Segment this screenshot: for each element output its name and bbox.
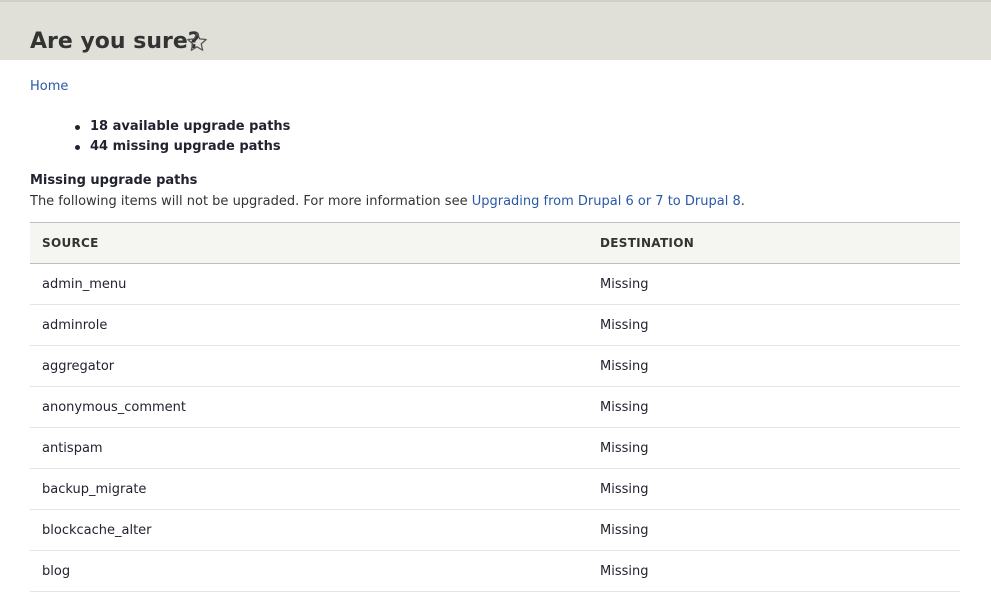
table-row: antispam Missing xyxy=(30,428,960,469)
description-end: . xyxy=(740,194,745,209)
upgrading-docs-link[interactable]: Upgrading from Drupal 6 or 7 to Drupal 8 xyxy=(472,194,741,209)
table-header: SOURCE DESTINATION xyxy=(30,222,960,264)
available-paths-item: 18 available upgrade paths xyxy=(74,117,290,137)
destination-cell: Missing xyxy=(600,523,649,538)
column-header-destination: DESTINATION xyxy=(600,236,695,250)
destination-cell: Missing xyxy=(600,564,649,579)
star-icon[interactable] xyxy=(186,31,208,53)
source-cell: admin_menu xyxy=(42,277,127,292)
upgrade-summary-list: 18 available upgrade paths 44 missing up… xyxy=(74,117,290,157)
table-row: anonymous_comment Missing xyxy=(30,387,960,428)
source-cell: adminrole xyxy=(42,318,108,333)
destination-cell: Missing xyxy=(600,400,649,415)
source-cell: antispam xyxy=(42,441,103,456)
destination-cell: Missing xyxy=(600,441,649,456)
source-cell: blockcache_alter xyxy=(42,523,152,538)
table-row: adminrole Missing xyxy=(30,305,960,346)
source-cell: aggregator xyxy=(42,359,115,374)
page-header: Are you sure? xyxy=(0,0,991,60)
missing-paths-item: 44 missing upgrade paths xyxy=(74,137,290,157)
breadcrumb: Home xyxy=(30,78,68,96)
source-cell: blog xyxy=(42,564,71,579)
missing-paths-title: Missing upgrade paths xyxy=(30,173,198,188)
destination-cell: Missing xyxy=(600,277,649,292)
table-row: admin_menu Missing xyxy=(30,264,960,305)
destination-cell: Missing xyxy=(600,318,649,333)
table-row: blockcache_alter Missing xyxy=(30,510,960,551)
description-text: The following items will not be upgraded… xyxy=(30,194,472,209)
destination-cell: Missing xyxy=(600,482,649,497)
column-header-source: SOURCE xyxy=(42,236,99,250)
table-row: aggregator Missing xyxy=(30,346,960,387)
table-row: blog Missing xyxy=(30,551,960,592)
source-cell: anonymous_comment xyxy=(42,400,186,415)
missing-paths-table: SOURCE DESTINATION admin_menu Missing ad… xyxy=(30,222,960,592)
table-row: backup_migrate Missing xyxy=(30,469,960,510)
page-title: Are you sure? xyxy=(30,29,201,54)
source-cell: backup_migrate xyxy=(42,482,147,497)
destination-cell: Missing xyxy=(600,359,649,374)
breadcrumb-home-link[interactable]: Home xyxy=(30,79,68,94)
missing-paths-description: The following items will not be upgraded… xyxy=(30,193,745,211)
